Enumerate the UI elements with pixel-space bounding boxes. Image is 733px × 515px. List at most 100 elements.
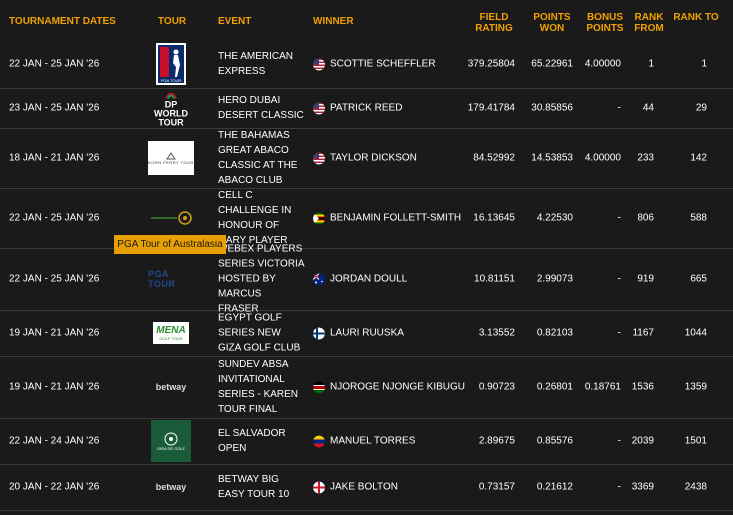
winner[interactable]: NJOROGE NJONGE KIBUGU bbox=[313, 380, 465, 395]
header-rank-from[interactable]: RANK FROM bbox=[626, 12, 672, 34]
pga-tour-logo[interactable]: PGA TOUR bbox=[148, 43, 194, 85]
points-won: 0.82103 bbox=[536, 327, 573, 339]
points-won: 14.53853 bbox=[531, 152, 573, 164]
winner[interactable]: JAKE BOLTON bbox=[313, 480, 398, 495]
winner-name: JAKE BOLTON bbox=[330, 481, 398, 493]
header-rank-to[interactable]: RANK TO bbox=[673, 12, 719, 23]
winner-name: PATRICK REED bbox=[330, 102, 403, 114]
bonus-points: - bbox=[617, 435, 621, 447]
winner-name: MANUEL TORRES bbox=[330, 435, 416, 447]
mena-golf-tour-logo[interactable]: MENA GOLF TOUR bbox=[148, 322, 194, 344]
winner-name: TAYLOR DICKSON bbox=[330, 152, 417, 164]
tournament-dates: 22 JAN - 25 JAN '26 bbox=[9, 212, 100, 224]
event-name[interactable]: EGYPT GOLF SERIES NEW GIZA GOLF CLUB bbox=[218, 311, 304, 356]
venezuela-flag-icon bbox=[313, 435, 325, 447]
tournament-dates: 22 JAN - 25 JAN '26 bbox=[9, 58, 100, 70]
event-name[interactable]: THE AMERICAN EXPRESS bbox=[218, 49, 304, 79]
event-name[interactable]: EL SALVADOR OPEN bbox=[218, 426, 304, 456]
rank-from: 806 bbox=[637, 212, 654, 224]
korn-ferry-emblem-icon bbox=[166, 151, 176, 159]
betway-tour-logo[interactable]: betway bbox=[148, 382, 194, 392]
event-name[interactable]: HERO DUBAI DESERT CLASSIC bbox=[218, 93, 304, 123]
tournament-dates: 22 JAN - 25 JAN '26 bbox=[9, 273, 100, 285]
header-event[interactable]: EVENT bbox=[218, 16, 251, 27]
sunshine-tour-logo[interactable] bbox=[148, 210, 194, 226]
field-rating: 84.52992 bbox=[473, 152, 515, 164]
gira-emblem-icon bbox=[164, 432, 178, 445]
finland-flag-icon bbox=[313, 327, 325, 339]
rank-from: 919 bbox=[637, 273, 654, 285]
rank-from: 1 bbox=[648, 58, 654, 70]
field-rating: 0.73157 bbox=[478, 481, 515, 493]
pga-tour-australasia-logo[interactable]: PGA TOUR bbox=[148, 269, 194, 289]
rank-to: 1359 bbox=[684, 381, 707, 393]
header-points-won[interactable]: POINTS WON bbox=[529, 12, 575, 34]
rank-to: 665 bbox=[690, 273, 707, 285]
winner[interactable]: JORDAN DOULL bbox=[313, 272, 407, 287]
winner[interactable]: BENJAMIN FOLLETT-SMITH bbox=[313, 211, 461, 226]
dp-world-tour-logo[interactable]: DP WORLD TOUR bbox=[148, 89, 194, 128]
table-row[interactable]: 19 JAN - 21 JAN '26 betway SUNDEV ABSA I… bbox=[0, 356, 733, 419]
header-tour[interactable]: TOUR bbox=[158, 16, 186, 27]
table-row[interactable]: 19 JAN - 21 JAN '26 MENA GOLF TOUR EGYPT… bbox=[0, 310, 733, 357]
tournament-dates: 20 JAN - 22 JAN '26 bbox=[9, 481, 100, 493]
field-rating: 0.90723 bbox=[478, 381, 515, 393]
winner[interactable]: LAURI RUUSKA bbox=[313, 326, 404, 341]
rank-from: 44 bbox=[642, 102, 654, 114]
event-name[interactable]: BETWAY BIG EASY TOUR 10 bbox=[218, 472, 304, 502]
tournament-dates: 19 JAN - 21 JAN '26 bbox=[9, 381, 100, 393]
field-rating: 16.13645 bbox=[473, 212, 515, 224]
korn-ferry-tour-logo[interactable]: KORN FERRY TOUR bbox=[148, 141, 194, 175]
rank-from: 2039 bbox=[631, 435, 654, 447]
points-won: 2.99073 bbox=[536, 273, 573, 285]
england-flag-icon bbox=[313, 481, 325, 493]
rank-to: 2438 bbox=[684, 481, 707, 493]
table-row[interactable]: 22 JAN - 25 JAN '26 PGA TOUR WEBEX PLAYE… bbox=[0, 244, 733, 315]
table-row[interactable]: 20 JAN - 22 JAN '26 betway BETWAY BIG EA… bbox=[0, 464, 733, 511]
bonus-points: 0.18761 bbox=[584, 381, 621, 393]
bonus-points: - bbox=[617, 102, 621, 114]
field-rating: 10.81151 bbox=[474, 273, 515, 285]
points-won: 0.21612 bbox=[536, 481, 573, 493]
points-won: 0.26801 bbox=[536, 381, 573, 393]
points-won: 65.22961 bbox=[531, 58, 573, 70]
bonus-points: - bbox=[617, 327, 621, 339]
winner[interactable]: SCOTTIE SCHEFFLER bbox=[313, 57, 436, 72]
table-row[interactable]: 22 JAN - 24 JAN '26 GIRA DE GOLF EL SALV… bbox=[0, 418, 733, 465]
australia-flag-icon bbox=[313, 273, 325, 285]
rank-to: 142 bbox=[690, 152, 707, 164]
header-bonus-points[interactable]: BONUS POINTS bbox=[582, 12, 628, 34]
event-name[interactable]: THE BAHAMAS GREAT ABACO CLASSIC AT THE A… bbox=[218, 128, 304, 188]
table-row[interactable]: 22 JAN - 25 JAN '26 CELL C CHALLENGE IN … bbox=[0, 188, 733, 249]
header-field-rating[interactable]: FIELD RATING bbox=[471, 12, 517, 34]
rank-from: 1167 bbox=[632, 327, 654, 339]
rank-to: 588 bbox=[690, 212, 707, 224]
usa-flag-icon bbox=[313, 58, 325, 70]
rank-to: 29 bbox=[695, 102, 707, 114]
header-winner[interactable]: WINNER bbox=[313, 16, 354, 27]
rank-to: 1 bbox=[701, 58, 707, 70]
header-dates[interactable]: TOURNAMENT DATES bbox=[9, 16, 116, 27]
table-row[interactable]: 18 JAN - 21 JAN '26 KORN FERRY TOUR THE … bbox=[0, 128, 733, 189]
kenya-flag-icon bbox=[313, 381, 325, 393]
bonus-points: - bbox=[617, 273, 621, 285]
tournament-dates: 19 JAN - 21 JAN '26 bbox=[9, 327, 100, 339]
winner[interactable]: PATRICK REED bbox=[313, 101, 402, 116]
bonus-points: - bbox=[617, 212, 621, 224]
rank-to: 1501 bbox=[684, 435, 707, 447]
gira-de-golf-logo[interactable]: GIRA DE GOLF bbox=[148, 420, 194, 462]
winner[interactable]: TAYLOR DICKSON bbox=[313, 151, 417, 166]
table-row[interactable]: 23 JAN - 25 JAN '26 DP WORLD TOUR HERO D… bbox=[0, 88, 733, 129]
event-name[interactable]: WEBEX PLAYERS SERIES VICTORIA HOSTED BY … bbox=[218, 242, 304, 317]
rank-from: 1536 bbox=[631, 381, 654, 393]
event-name[interactable]: SUNDEV ABSA INVITATIONAL SERIES - KAREN … bbox=[218, 357, 304, 417]
tournament-dates: 18 JAN - 21 JAN '26 bbox=[9, 152, 100, 164]
event-name[interactable]: CELL C CHALLENGE IN HONOUR OF GARY PLAYE… bbox=[218, 188, 304, 248]
usa-flag-icon bbox=[313, 102, 325, 114]
tournament-dates: 22 JAN - 24 JAN '26 bbox=[9, 435, 100, 447]
betway-tour-logo[interactable]: betway bbox=[148, 482, 194, 492]
points-won: 4.22530 bbox=[536, 212, 573, 224]
table-row[interactable]: 22 JAN - 25 JAN '26 PGA TOUR THE AMERICA… bbox=[0, 40, 733, 89]
winner[interactable]: MANUEL TORRES bbox=[313, 434, 415, 449]
bonus-points: - bbox=[617, 481, 621, 493]
